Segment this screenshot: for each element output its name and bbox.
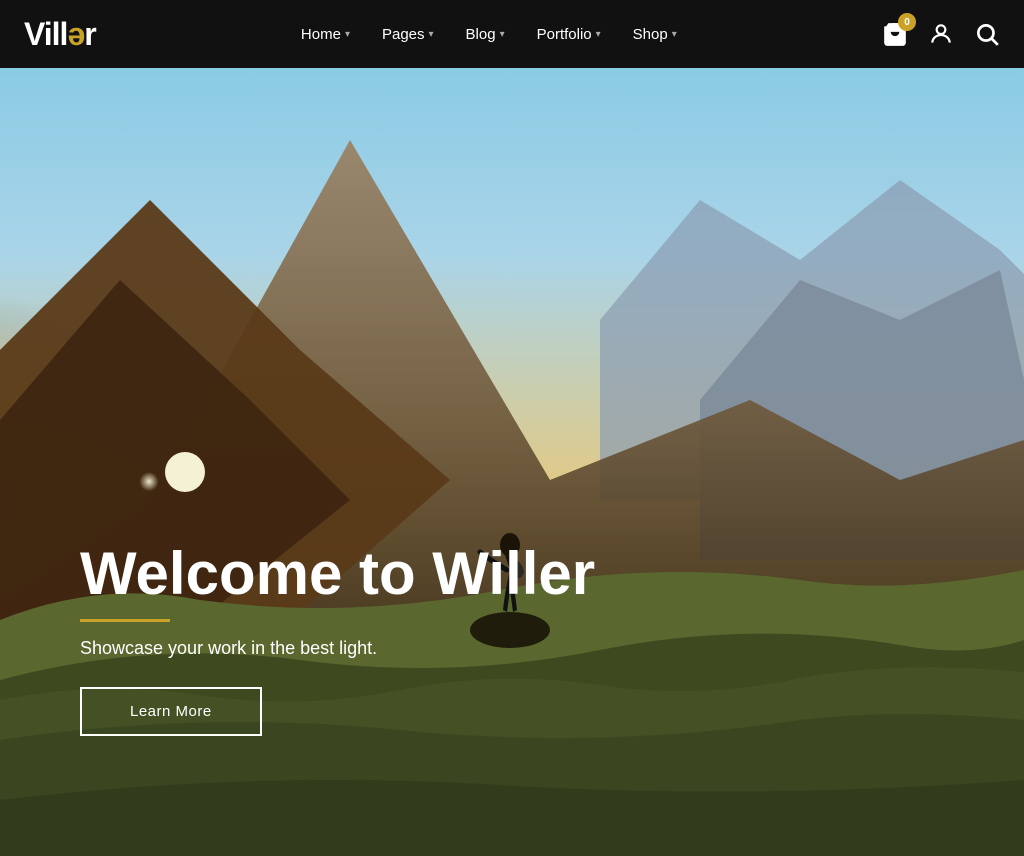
hero-section: Welcome to Willer Showcase your work in … — [0, 0, 1024, 856]
learn-more-button[interactable]: Learn More — [80, 687, 262, 736]
hero-title: Welcome to Willer — [80, 541, 595, 607]
nav-label-home: Home — [301, 26, 341, 43]
hero-content: Welcome to Willer Showcase your work in … — [80, 541, 595, 736]
chevron-down-icon: ▾ — [672, 29, 677, 40]
nav-item-blog[interactable]: Blog ▾ — [466, 26, 505, 43]
account-button[interactable] — [928, 21, 954, 47]
chevron-down-icon: ▾ — [345, 29, 350, 40]
nav-label-pages: Pages — [382, 26, 425, 43]
chevron-down-icon: ▾ — [429, 29, 434, 40]
account-icon — [928, 21, 954, 47]
nav-link-blog[interactable]: Blog ▾ — [466, 26, 505, 43]
hero-divider — [80, 619, 170, 622]
cart-badge: 0 — [898, 13, 916, 31]
nav-label-blog: Blog — [466, 26, 496, 43]
nav-link-shop[interactable]: Shop ▾ — [633, 26, 677, 43]
nav-item-shop[interactable]: Shop ▾ — [633, 26, 677, 43]
nav-item-pages[interactable]: Pages ▾ — [382, 26, 434, 43]
chevron-down-icon: ▾ — [596, 29, 601, 40]
nav-label-shop: Shop — [633, 26, 668, 43]
logo[interactable]: Villər — [24, 16, 96, 53]
navbar: Villər Home ▾ Pages ▾ Blog ▾ Portfolio ▾ — [0, 0, 1024, 68]
nav-icons: 0 — [882, 21, 1000, 47]
nav-item-home[interactable]: Home ▾ — [301, 26, 350, 43]
logo-accent: ə — [67, 16, 84, 52]
cart-wrapper: 0 — [882, 21, 908, 47]
search-icon — [974, 21, 1000, 47]
nav-links: Home ▾ Pages ▾ Blog ▾ Portfolio ▾ Shop — [301, 26, 677, 43]
nav-link-home[interactable]: Home ▾ — [301, 26, 350, 43]
search-button[interactable] — [974, 21, 1000, 47]
hero-subtitle: Showcase your work in the best light. — [80, 638, 595, 659]
nav-link-portfolio[interactable]: Portfolio ▾ — [537, 26, 601, 43]
chevron-down-icon: ▾ — [500, 29, 505, 40]
nav-link-pages[interactable]: Pages ▾ — [382, 26, 434, 43]
nav-item-portfolio[interactable]: Portfolio ▾ — [537, 26, 601, 43]
nav-label-portfolio: Portfolio — [537, 26, 592, 43]
